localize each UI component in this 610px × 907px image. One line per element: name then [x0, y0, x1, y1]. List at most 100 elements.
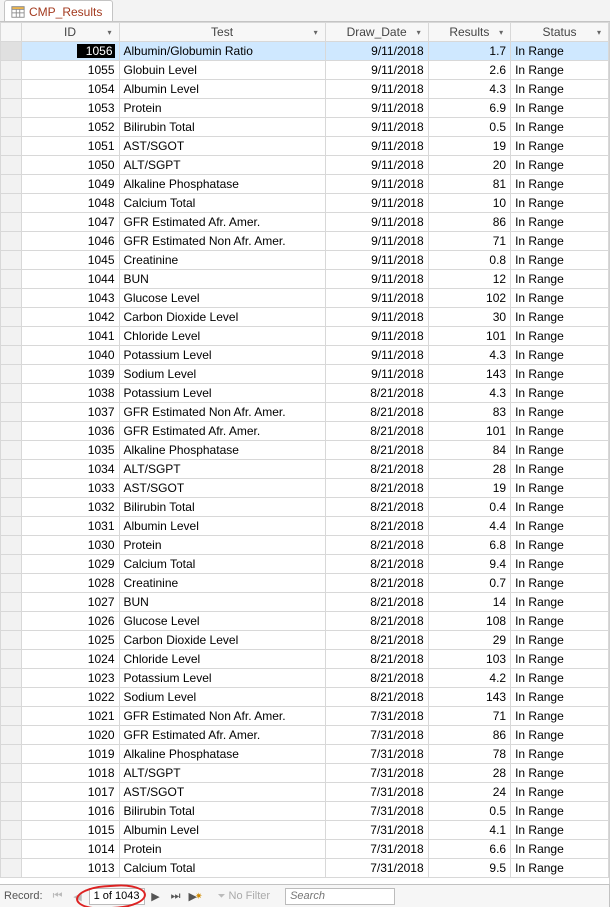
row-selector[interactable] [1, 764, 22, 783]
cell-id[interactable]: 1042 [21, 308, 119, 327]
cell-test[interactable]: Calcium Total [119, 859, 325, 878]
row-selector[interactable] [1, 802, 22, 821]
table-row[interactable]: 1034ALT/SGPT8/21/201828In Range [1, 460, 609, 479]
cell-status[interactable]: In Range [511, 498, 609, 517]
cell-id[interactable]: 1041 [21, 327, 119, 346]
cell-date[interactable]: 9/11/2018 [325, 327, 428, 346]
table-row[interactable]: 1038Potassium Level8/21/20184.3In Range [1, 384, 609, 403]
row-selector[interactable] [1, 308, 22, 327]
cell-date[interactable]: 8/21/2018 [325, 688, 428, 707]
cell-status[interactable]: In Range [511, 631, 609, 650]
cell-status[interactable]: In Range [511, 99, 609, 118]
next-record-button[interactable]: ▶ [147, 887, 165, 905]
row-selector[interactable] [1, 631, 22, 650]
row-selector[interactable] [1, 99, 22, 118]
table-row[interactable]: 1019Alkaline Phosphatase7/31/201878In Ra… [1, 745, 609, 764]
row-selector[interactable] [1, 517, 22, 536]
cell-test[interactable]: Potassium Level [119, 669, 325, 688]
cell-id[interactable]: 1052 [21, 118, 119, 137]
cell-id[interactable]: 1026 [21, 612, 119, 631]
cell-id[interactable]: 1013 [21, 859, 119, 878]
chevron-down-icon[interactable]: ▾ [107, 28, 111, 37]
cell-id[interactable]: 1019 [21, 745, 119, 764]
table-row[interactable]: 1028Creatinine8/21/20180.7In Range [1, 574, 609, 593]
cell-id[interactable]: 1037 [21, 403, 119, 422]
table-row[interactable]: 1036GFR Estimated Afr. Amer.8/21/2018101… [1, 422, 609, 441]
cell-result[interactable]: 84 [428, 441, 510, 460]
row-selector[interactable] [1, 612, 22, 631]
cell-result[interactable]: 20 [428, 156, 510, 175]
cell-date[interactable]: 7/31/2018 [325, 840, 428, 859]
cell-id[interactable]: 1045 [21, 251, 119, 270]
cell-result[interactable]: 24 [428, 783, 510, 802]
cell-id[interactable]: 1024 [21, 650, 119, 669]
cell-status[interactable]: In Range [511, 593, 609, 612]
cell-test[interactable]: Albumin Level [119, 80, 325, 99]
cell-id[interactable]: 1039 [21, 365, 119, 384]
cell-test[interactable]: Chloride Level [119, 327, 325, 346]
cell-status[interactable]: In Range [511, 555, 609, 574]
cell-id[interactable]: 1014 [21, 840, 119, 859]
prev-record-button[interactable]: ◀ [69, 887, 87, 905]
row-selector[interactable] [1, 289, 22, 308]
cell-status[interactable]: In Range [511, 707, 609, 726]
cell-status[interactable]: In Range [511, 175, 609, 194]
row-selector[interactable] [1, 593, 22, 612]
cell-status[interactable]: In Range [511, 859, 609, 878]
row-selector[interactable] [1, 859, 22, 878]
cell-status[interactable]: In Range [511, 365, 609, 384]
cell-status[interactable]: In Range [511, 118, 609, 137]
chevron-down-icon[interactable]: ▾ [314, 28, 318, 37]
cell-status[interactable]: In Range [511, 460, 609, 479]
row-selector[interactable] [1, 574, 22, 593]
last-record-button[interactable]: ⏭ [167, 887, 185, 905]
cell-result[interactable]: 143 [428, 688, 510, 707]
cell-result[interactable]: 10 [428, 194, 510, 213]
search-input[interactable] [285, 888, 395, 905]
row-selector[interactable] [1, 707, 22, 726]
table-row[interactable]: 1054Albumin Level9/11/20184.3In Range [1, 80, 609, 99]
cell-test[interactable]: Creatinine [119, 574, 325, 593]
cell-id[interactable]: 1021 [21, 707, 119, 726]
cell-status[interactable]: In Range [511, 80, 609, 99]
cell-test[interactable]: AST/SGOT [119, 137, 325, 156]
table-row[interactable]: 1039Sodium Level9/11/2018143In Range [1, 365, 609, 384]
cell-test[interactable]: Potassium Level [119, 346, 325, 365]
cell-date[interactable]: 8/21/2018 [325, 479, 428, 498]
cell-test[interactable]: ALT/SGPT [119, 156, 325, 175]
cell-test[interactable]: Protein [119, 536, 325, 555]
cell-id[interactable]: 1033 [21, 479, 119, 498]
cell-result[interactable]: 143 [428, 365, 510, 384]
cell-test[interactable]: Alkaline Phosphatase [119, 745, 325, 764]
table-row[interactable]: 1013Calcium Total7/31/20189.5In Range [1, 859, 609, 878]
cell-date[interactable]: 8/21/2018 [325, 631, 428, 650]
cell-date[interactable]: 9/11/2018 [325, 289, 428, 308]
cell-id[interactable]: 1046 [21, 232, 119, 251]
cell-date[interactable]: 8/21/2018 [325, 650, 428, 669]
cell-date[interactable]: 9/11/2018 [325, 346, 428, 365]
cell-result[interactable]: 4.1 [428, 821, 510, 840]
table-row[interactable]: 1026Glucose Level8/21/2018108In Range [1, 612, 609, 631]
row-selector[interactable] [1, 498, 22, 517]
cell-status[interactable]: In Range [511, 384, 609, 403]
cell-date[interactable]: 9/11/2018 [325, 99, 428, 118]
cell-status[interactable]: In Range [511, 669, 609, 688]
cell-test[interactable]: Sodium Level [119, 688, 325, 707]
cell-test[interactable]: Albumin/Globumin Ratio [119, 42, 325, 61]
row-selector[interactable] [1, 479, 22, 498]
cell-status[interactable]: In Range [511, 821, 609, 840]
table-row[interactable]: 1029Calcium Total8/21/20189.4In Range [1, 555, 609, 574]
column-header-status[interactable]: Status▾ [511, 23, 609, 42]
row-selector[interactable] [1, 422, 22, 441]
row-selector[interactable] [1, 460, 22, 479]
cell-status[interactable]: In Range [511, 441, 609, 460]
cell-date[interactable]: 7/31/2018 [325, 783, 428, 802]
cell-id[interactable]: 1022 [21, 688, 119, 707]
cell-status[interactable]: In Range [511, 232, 609, 251]
table-row[interactable]: 1024Chloride Level8/21/2018103In Range [1, 650, 609, 669]
cell-result[interactable]: 4.3 [428, 80, 510, 99]
select-all-header[interactable] [1, 23, 22, 42]
cell-id[interactable]: 1051 [21, 137, 119, 156]
cell-status[interactable]: In Range [511, 745, 609, 764]
cell-status[interactable]: In Range [511, 612, 609, 631]
